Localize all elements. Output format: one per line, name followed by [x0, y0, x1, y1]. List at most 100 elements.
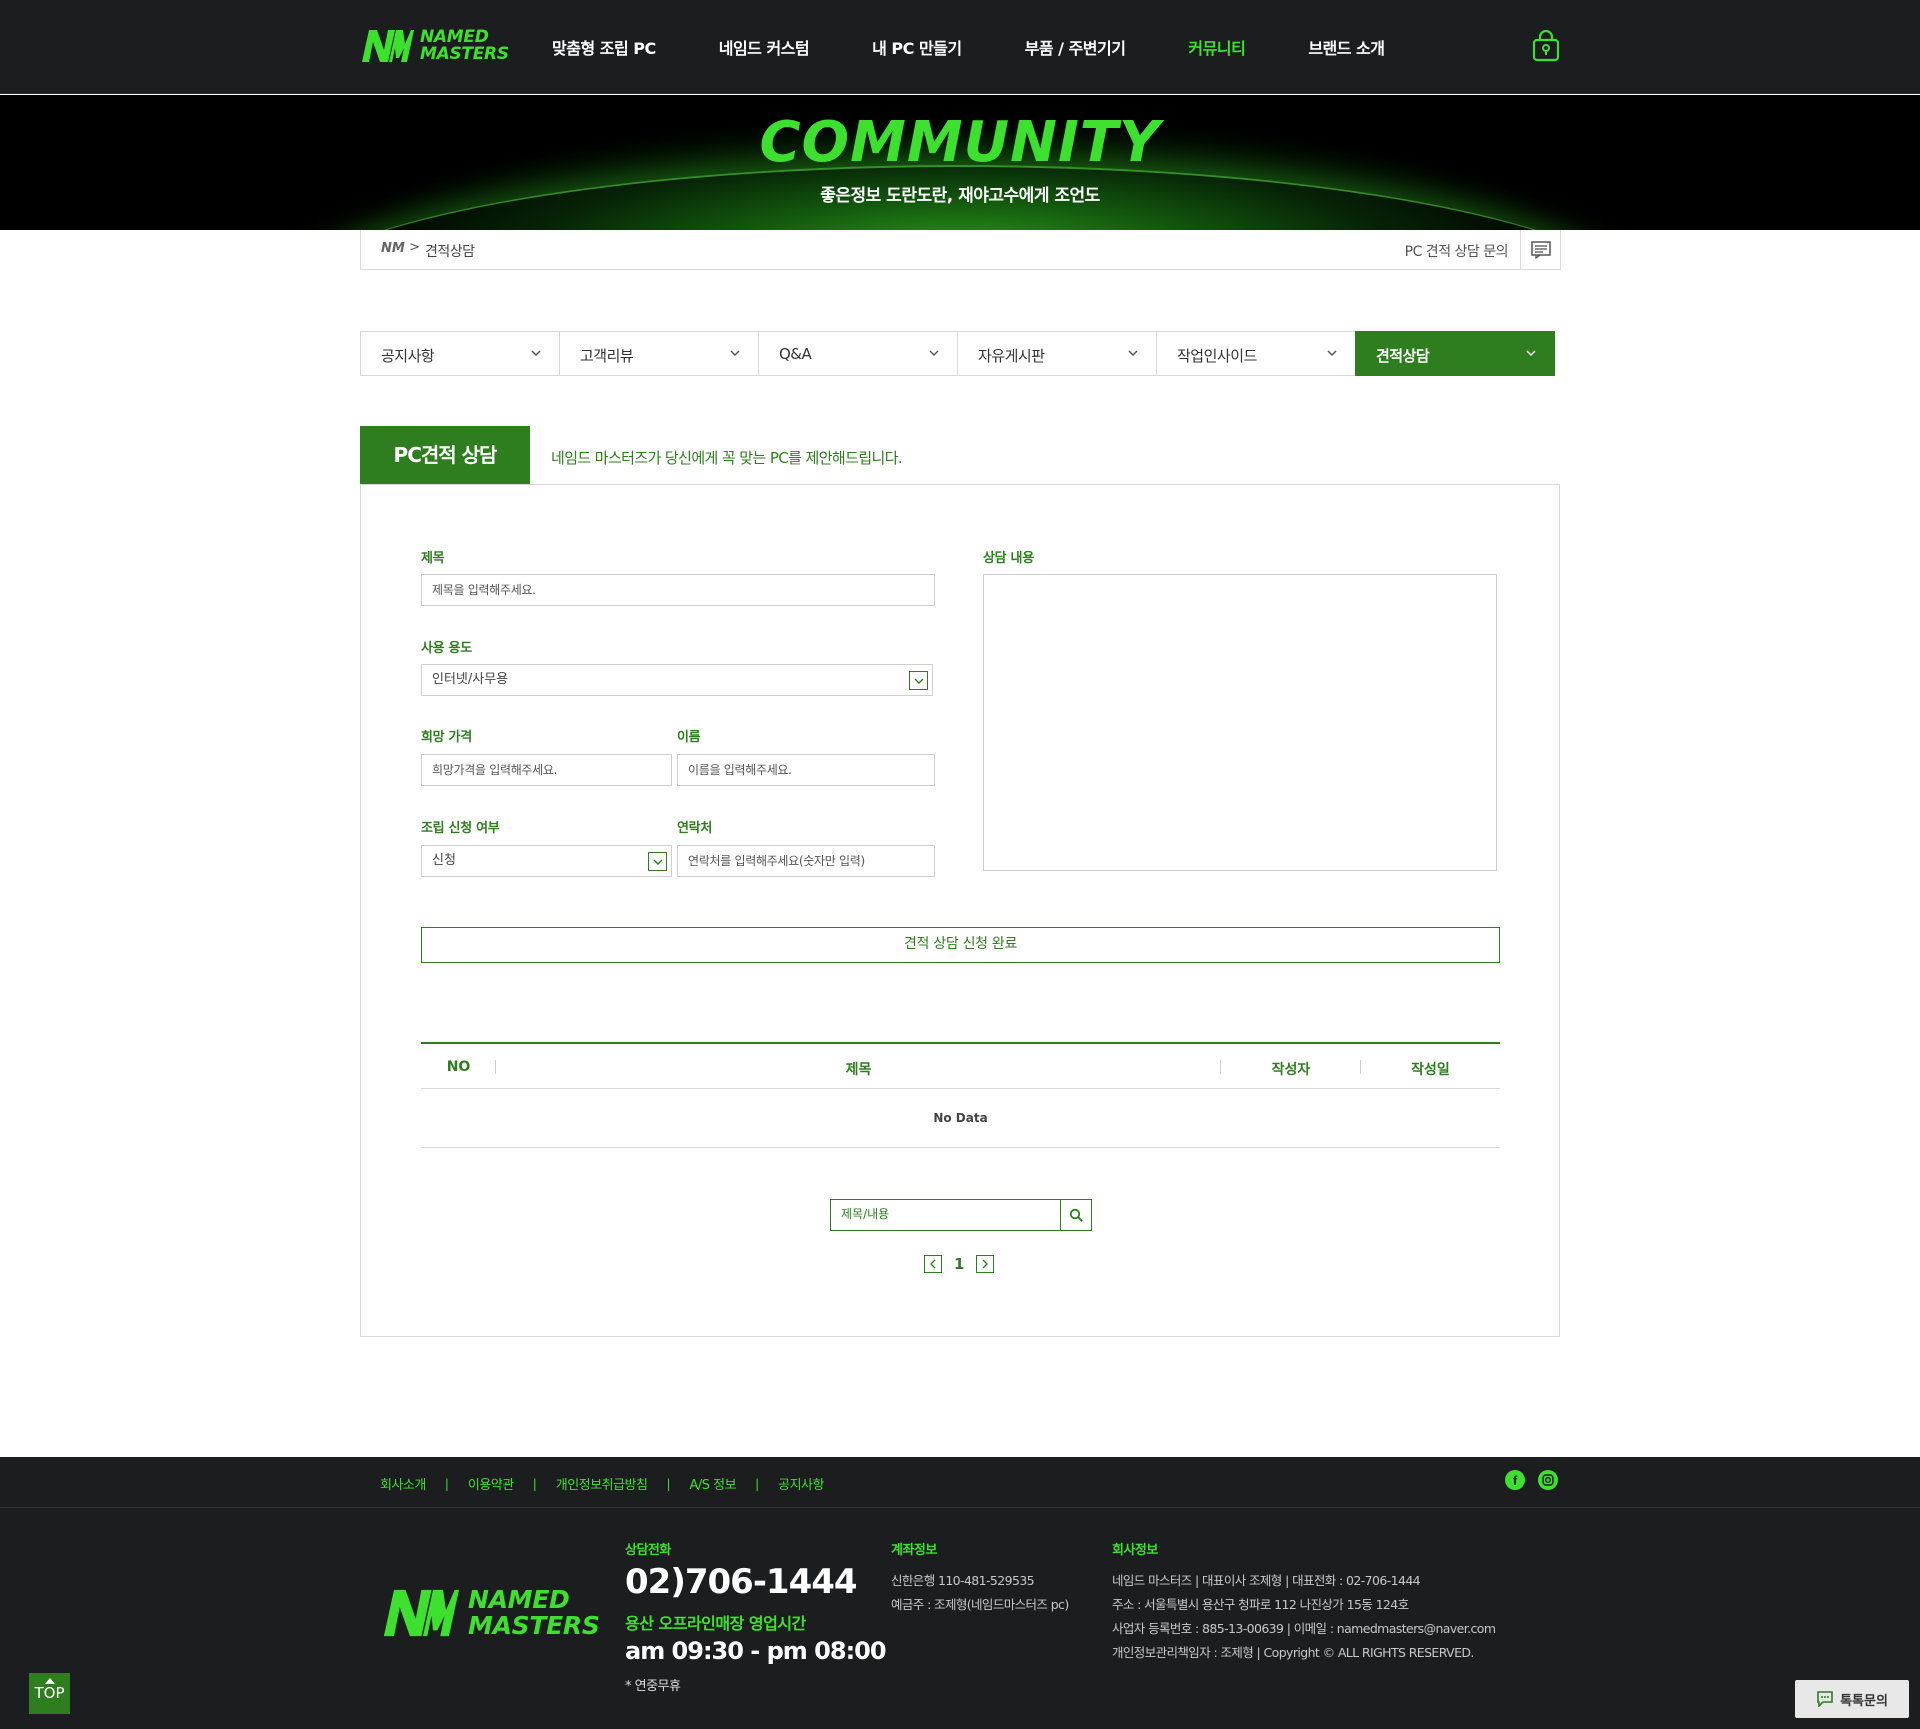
tab-reviews[interactable]: 고객리뷰 [559, 331, 759, 376]
talk-inquiry-button[interactable]: 톡톡문의 [1795, 1680, 1909, 1718]
table-header: NO 제목 작성자 작성일 [421, 1042, 1500, 1089]
chevron-down-icon [1128, 350, 1138, 357]
account-line-1: 신한은행 110-481-529535 [891, 1573, 1035, 1588]
content-textarea[interactable] [983, 574, 1497, 871]
assembly-select-value: 신청 [432, 853, 456, 868]
table-body: No Data [421, 1089, 1500, 1148]
chevron-down-icon [1526, 350, 1536, 357]
community-tabs: 공지사항 고객리뷰 Q&A 자유게시판 작업인사이드 견적상담 [360, 331, 1560, 376]
submit-estimate-button[interactable]: 견적 상담 신청 완료 [421, 927, 1500, 963]
chevron-down-icon [914, 678, 923, 684]
tab-notice[interactable]: 공지사항 [360, 331, 560, 376]
top-navigation-bar: NAMED MASTERS 맞춤형 조립 PC 네임드 커스텀 내 PC 만들기… [0, 0, 1920, 94]
instagram-icon[interactable] [1538, 1470, 1558, 1490]
section-title: PC견적 상담 [360, 426, 530, 484]
nav-community[interactable]: 커뮤니티 [1188, 35, 1245, 59]
company-line-2: 주소 : 서울특별시 용산구 청파로 112 나진상가 15동 124호 [1112, 1597, 1409, 1612]
footer-divider: | [755, 1476, 760, 1491]
assembly-label: 조립 신청 여부 [421, 821, 500, 836]
estimate-list-table: NO 제목 작성자 작성일 No Data [421, 1042, 1500, 1148]
next-page-button[interactable] [976, 1255, 995, 1273]
chat-icon [1530, 240, 1551, 259]
prev-page-button[interactable] [924, 1255, 942, 1273]
footer-link-privacy[interactable]: 개인정보취급방침 [556, 1474, 648, 1493]
footer-link-as[interactable]: A/S 정보 [690, 1474, 737, 1493]
footer-divider: | [444, 1476, 449, 1491]
holiday-note: * 연중무휴 [625, 1679, 681, 1694]
shopping-bag-icon[interactable] [1532, 30, 1560, 62]
empty-state: No Data [933, 1111, 988, 1125]
tab-label: 작업인사이드 [1177, 347, 1257, 365]
nm-logo-mark-icon [362, 30, 414, 62]
search-icon [1069, 1208, 1083, 1222]
talk-bubble-icon [1817, 1691, 1833, 1707]
footer-logo-wordmark: NAMED MASTERS [468, 1587, 600, 1639]
site-footer: 회사소개 | 이용약관 | 개인정보취급방침 | A/S 정보 | 공지사항 f… [0, 1457, 1920, 1729]
account-line-2: 예금주 : 조제형(네임드마스터즈 pc) [891, 1597, 1069, 1612]
contact-label: 연락처 [677, 821, 712, 836]
breadcrumb-separator: > [409, 240, 420, 255]
tab-label: 자유게시판 [978, 347, 1045, 365]
assembly-select[interactable]: 신청 [421, 845, 672, 877]
footer-logo-line-1: NAMED [468, 1585, 570, 1614]
logo-wordmark: NAMED MASTERS [420, 29, 509, 63]
tab-label: 견적상담 [1376, 347, 1430, 365]
nav-custom-pc[interactable]: 맞춤형 조립 PC [552, 35, 656, 59]
store-hours-label: 용산 오프라인매장 영업시간 [625, 1614, 806, 1633]
footer-logo-line-2: MASTERS [468, 1611, 600, 1640]
tab-qna[interactable]: Q&A [758, 331, 958, 376]
column-date: 작성일 [1411, 1062, 1450, 1078]
select-toggle [648, 852, 667, 871]
select-toggle [909, 671, 928, 690]
chevron-down-icon [531, 350, 541, 357]
pagination: 1 [924, 1254, 995, 1274]
facebook-icon[interactable]: f [1505, 1470, 1525, 1490]
hero-subtitle: 좋은정보 도란도란, 재야고수에게 조언도 [820, 186, 1100, 206]
search-button[interactable] [1060, 1200, 1091, 1230]
footer-link-terms[interactable]: 이용약관 [468, 1474, 514, 1493]
breadcrumb-current: 견적상담 [425, 244, 475, 260]
tab-work-inside[interactable]: 작업인사이드 [1156, 331, 1356, 376]
price-input[interactable]: 희망가격을 입력해주세요. [421, 754, 672, 786]
footer-logo[interactable]: NAMED MASTERS [380, 1587, 600, 1639]
tab-free-board[interactable]: 자유게시판 [957, 331, 1157, 376]
tab-label: Q&A [779, 345, 812, 363]
hero-banner: COMMUNITY 좋은정보 도란도란, 재야고수에게 조언도 [0, 95, 1920, 230]
footer-link-company[interactable]: 회사소개 [380, 1474, 426, 1493]
footer-divider: | [532, 1476, 537, 1491]
usage-select[interactable]: 인터넷/사무용 [421, 664, 933, 696]
scroll-top-button[interactable]: TOP [29, 1673, 70, 1714]
nav-build-my-pc[interactable]: 내 PC 만들기 [872, 35, 962, 59]
name-label: 이름 [677, 730, 701, 745]
pc-estimate-inquiry-link[interactable]: PC 견적 상담 문의 [1405, 241, 1509, 261]
company-line-4: 개인정보관리책임자 : 조제형 | Copyright © ALL RIGHTS… [1112, 1645, 1474, 1660]
nm-logo-mark-icon [383, 1589, 459, 1637]
company-line-3: 사업자 등록번호 : 885-13-00639 | 이메일 : namedmas… [1112, 1621, 1496, 1636]
chat-button[interactable] [1520, 230, 1560, 269]
footer-divider: | [666, 1476, 671, 1491]
contact-input[interactable]: 연락처를 입력해주세요(숫자만 입력) [677, 845, 935, 877]
search-input[interactable]: 제목/내용 [831, 1200, 1060, 1230]
content-label: 상담 내용 [983, 551, 1034, 566]
company-label: 회사정보 [1112, 1543, 1158, 1558]
logo-line-2: MASTERS [420, 44, 509, 64]
chevron-down-icon [1327, 350, 1337, 357]
account-label: 계좌정보 [891, 1543, 937, 1558]
chevron-left-icon [930, 1259, 936, 1269]
footer-links: 회사소개 | 이용약관 | 개인정보취급방침 | A/S 정보 | 공지사항 [380, 1474, 824, 1494]
name-input[interactable]: 이름을 입력해주세요. [677, 754, 935, 786]
main-nav: 맞춤형 조립 PC 네임드 커스텀 내 PC 만들기 부품 / 주변기기 커뮤니… [552, 0, 1447, 94]
phone-number: 02)706-1444 [625, 1562, 858, 1602]
site-logo[interactable]: NAMED MASTERS [360, 26, 509, 66]
title-label: 제목 [421, 551, 445, 566]
footer-link-notice[interactable]: 공지사항 [778, 1474, 824, 1493]
nav-named-custom[interactable]: 네임드 커스텀 [719, 35, 810, 59]
nav-brand[interactable]: 브랜드 소개 [1308, 35, 1385, 59]
tab-estimate-consult[interactable]: 견적상담 [1355, 331, 1555, 376]
nav-parts[interactable]: 부품 / 주변기기 [1025, 35, 1126, 59]
page-number[interactable]: 1 [954, 1255, 964, 1273]
price-label: 희망 가격 [421, 730, 472, 745]
phone-label: 상담전화 [625, 1543, 671, 1558]
title-input[interactable]: 제목을 입력해주세요. [421, 574, 935, 606]
breadcrumb-home[interactable]: NM [381, 241, 405, 256]
